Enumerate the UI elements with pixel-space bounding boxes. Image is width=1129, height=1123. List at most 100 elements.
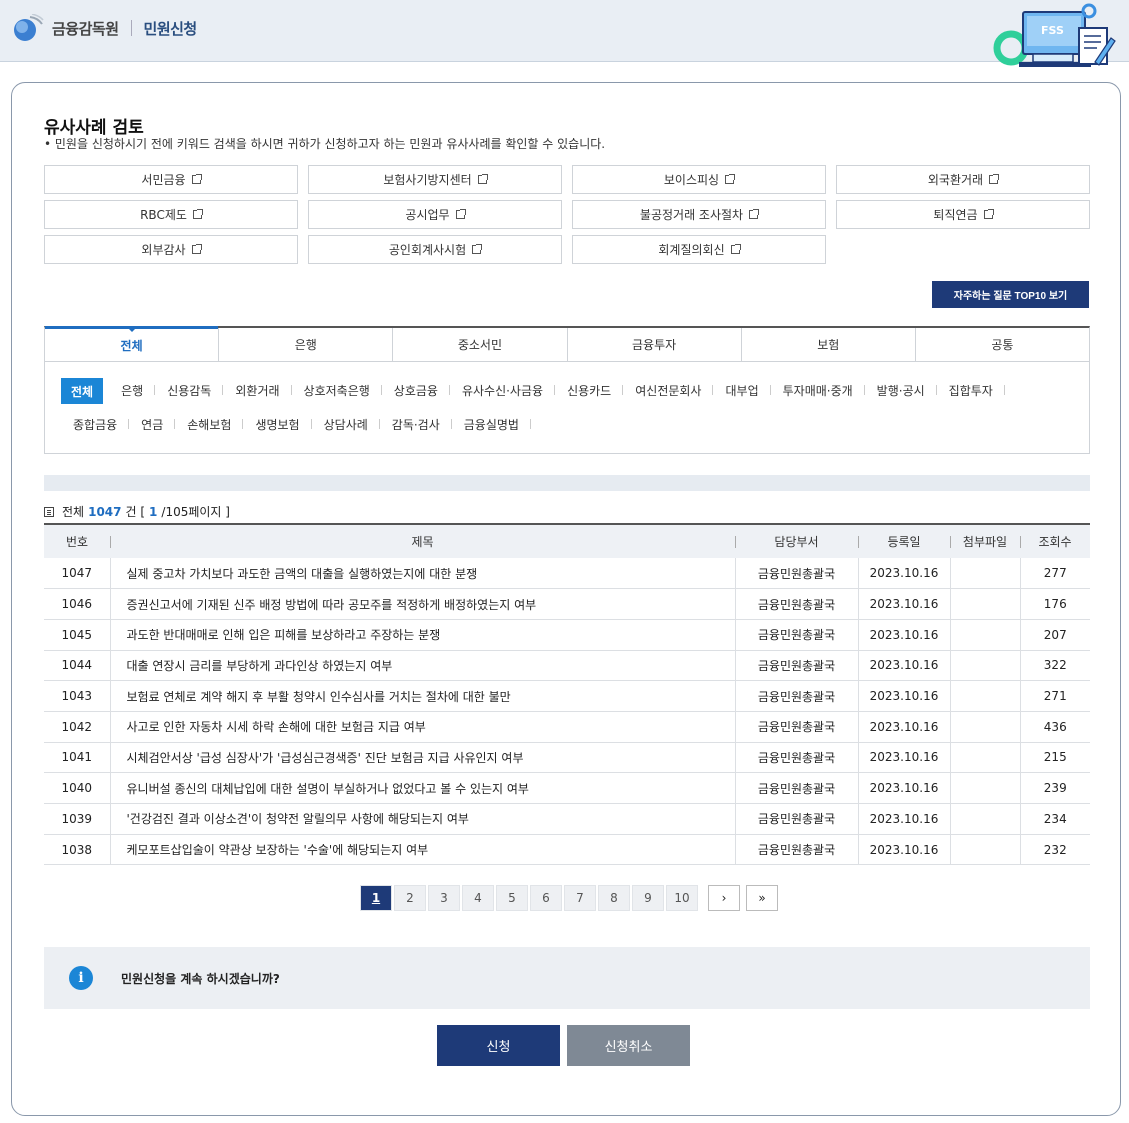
row-title-link[interactable]: 증권신고서에 기재된 신주 배정 방법에 따라 공모주를 적정하게 배정하였는지… [109, 588, 735, 620]
link-button-seomin[interactable]: 서민금융 [44, 165, 298, 194]
subcategory-item[interactable]: 대부업 [713, 378, 771, 402]
external-link-icon [192, 209, 203, 219]
col-views: 조회수 [1020, 524, 1090, 558]
link-button-unfair-trade[interactable]: 불공정거래 조사절차 [572, 200, 826, 229]
page-button[interactable]: 4 [462, 885, 494, 911]
link-button-foreign-exchange[interactable]: 외국환거래 [836, 165, 1090, 194]
external-link-icon [191, 244, 202, 254]
subcategory-item[interactable]: 유사수신·사금융 [450, 378, 556, 402]
subcategory-list: 전체 은행 신용감독 외환거래 상호저축은행 상호금융 유사수신·사금융 신용카… [61, 378, 1071, 436]
faq-top10-button[interactable]: 자주하는 질문 TOP10 보기 [932, 281, 1089, 308]
table-row[interactable]: 1039 '건강검진 결과 이상소견'이 청약전 알릴의무 사항에 해당되는지 여… [44, 803, 1090, 835]
row-views: 176 [1019, 588, 1090, 620]
summary-unit: 건 [ [125, 505, 146, 519]
page-button[interactable]: 5 [496, 885, 528, 911]
page-button[interactable]: 6 [530, 885, 562, 911]
table-row[interactable]: 1043 보험료 연체로 계약 해지 후 부활 청약시 인수심사를 거치는 절차에… [44, 680, 1090, 712]
page-button[interactable]: 8 [598, 885, 630, 911]
row-attachment [949, 834, 1020, 866]
row-title-link[interactable]: 사고로 인한 자동차 시세 하락 손해에 대한 보험금 지급 여부 [109, 711, 735, 743]
external-link-icon [477, 174, 488, 184]
page-button[interactable]: 10 [666, 885, 698, 911]
link-button-disclosure[interactable]: 공시업무 [308, 200, 562, 229]
row-attachment [949, 680, 1020, 712]
subcategory-item[interactable]: 신용감독 [155, 378, 224, 402]
subcategory-item[interactable]: 투자매매·중개 [771, 378, 865, 402]
subcategory-item[interactable]: 여신전문회사 [623, 378, 714, 402]
result-summary: 전체 1047 건 [1/105페이지 ] [44, 503, 230, 520]
top-bar: 금융감독원 민원신청 FSS [0, 0, 1129, 67]
subcategory-item[interactable]: 발행·공시 [865, 378, 937, 402]
page-button[interactable]: 3 [428, 885, 460, 911]
row-department: 금융민원총괄국 [734, 619, 858, 651]
row-title-link[interactable]: 대출 연장시 금리를 부당하게 과다인상 하였는지 여부 [109, 650, 735, 682]
page-button[interactable]: 2 [394, 885, 426, 911]
link-button-cpa-exam[interactable]: 공인회계사시험 [308, 235, 562, 264]
external-link-icon [730, 244, 741, 254]
cancel-application-button[interactable]: 신청취소 [567, 1025, 690, 1066]
table-row[interactable]: 1040 유니버설 종신의 대체납입에 대한 설명이 부실하거나 없었다고 볼 수… [44, 772, 1090, 804]
subcategory-item[interactable]: 상호금융 [382, 378, 451, 402]
apply-button[interactable]: 신청 [437, 1025, 560, 1066]
next-page-button[interactable]: › [708, 885, 740, 911]
page-button[interactable]: 7 [564, 885, 596, 911]
row-attachment [949, 803, 1020, 835]
table-row[interactable]: 1044 대출 연장시 금리를 부당하게 과다인상 하였는지 여부 금융민원총괄국 2… [44, 650, 1090, 682]
row-title-link[interactable]: 시체검안서상 '급성 심장사'가 '급성심근경색증' 진단 보험금 지급 사유인… [109, 742, 735, 774]
row-views: 322 [1019, 650, 1090, 682]
row-title-link[interactable]: 과도한 반대매매로 인해 입은 피해를 보상하라고 주장하는 분쟁 [109, 619, 735, 651]
table-row[interactable]: 1045 과도한 반대매매로 인해 입은 피해를 보상하라고 주장하는 분쟁 금융민… [44, 619, 1090, 651]
page-button[interactable]: 9 [632, 885, 664, 911]
tab-sme[interactable]: 중소서민 [392, 328, 566, 361]
subcategory-item[interactable]: 외환거래 [223, 378, 292, 402]
row-title-link[interactable]: '건강검진 결과 이상소견'이 청약전 알릴의무 사항에 해당되는지 여부 [109, 803, 735, 835]
table-row[interactable]: 1046 증권신고서에 기재된 신주 배정 방법에 따라 공모주를 적정하게 배정… [44, 588, 1090, 620]
link-button-insurance-fraud[interactable]: 보험사기방지센터 [308, 165, 562, 194]
link-button-accounting-qa[interactable]: 회계질의회신 [572, 235, 826, 264]
subcategory-item[interactable]: 은행 [109, 378, 156, 402]
link-button-retirement-pension[interactable]: 퇴직연금 [836, 200, 1090, 229]
row-views: 207 [1019, 619, 1090, 651]
row-title-link[interactable]: 실제 중고차 가치보다 과도한 금액의 대출을 실행하였는지에 대한 분쟁 [109, 558, 735, 590]
link-button-external-audit[interactable]: 외부감사 [44, 235, 298, 264]
row-attachment [949, 558, 1020, 590]
tab-all[interactable]: 전체 [45, 326, 219, 361]
row-title-link[interactable]: 보험료 연체로 계약 해지 후 부활 청약시 인수심사를 거치는 절차에 대한 … [109, 680, 735, 712]
subcategory-item[interactable]: 생명보험 [243, 412, 312, 436]
subcategory-item[interactable]: 손해보험 [175, 412, 244, 436]
logo[interactable]: 금융감독원 민원신청 [12, 13, 197, 42]
tab-investment[interactable]: 금융투자 [566, 328, 741, 361]
row-views: 234 [1019, 803, 1090, 835]
subcategory-item[interactable]: 연금 [129, 412, 176, 436]
subcategory-item[interactable]: 신용카드 [555, 378, 624, 402]
row-date: 2023.10.16 [857, 772, 950, 804]
table-row[interactable]: 1041 시체검안서상 '급성 심장사'가 '급성심근경색증' 진단 보험금 지급… [44, 742, 1090, 774]
subcategory-item[interactable]: 금융실명법 [452, 412, 532, 436]
link-button-voice-phishing[interactable]: 보이스피싱 [572, 165, 826, 194]
subcategory-item[interactable]: 전체 [61, 378, 104, 404]
current-page: 1 [149, 504, 158, 519]
table-row[interactable]: 1042 사고로 인한 자동차 시세 하락 손해에 대한 보험금 지급 여부 금융민… [44, 711, 1090, 743]
subcategory-item[interactable]: 감독·검사 [380, 412, 452, 436]
row-attachment [949, 772, 1020, 804]
subcategory-item[interactable]: 상담사례 [312, 412, 380, 436]
tab-bank[interactable]: 은행 [218, 328, 392, 361]
link-label: 보이스피싱 [663, 173, 720, 187]
table-row[interactable]: 1047 실제 중고차 가치보다 과도한 금액의 대출을 실행하였는지에 대한 분… [44, 558, 1090, 590]
page-button[interactable]: 1 [360, 885, 392, 911]
row-title-link[interactable]: 케모포트삽입술이 약관상 보장하는 '수술'에 해당되는지 여부 [109, 834, 735, 866]
row-department: 금융민원총괄국 [734, 834, 858, 866]
last-page-button[interactable]: » [746, 885, 778, 911]
row-department: 금융민원총괄국 [734, 742, 858, 774]
subcategory-item[interactable]: 집합투자 [937, 378, 1006, 402]
subcategory-item[interactable]: 종합금융 [61, 412, 130, 436]
link-button-rbc[interactable]: RBC제도 [44, 200, 298, 229]
tab-insurance[interactable]: 보험 [740, 328, 915, 361]
subcategory-item[interactable]: 상호저축은행 [292, 378, 383, 402]
row-date: 2023.10.16 [857, 742, 950, 774]
tab-common[interactable]: 공통 [914, 328, 1089, 361]
table-row[interactable]: 1038 케모포트삽입술이 약관상 보장하는 '수술'에 해당되는지 여부 금융민원… [44, 834, 1090, 866]
row-title-link[interactable]: 유니버설 종신의 대체납입에 대한 설명이 부실하거나 없었다고 볼 수 있는지… [109, 772, 735, 804]
row-attachment [949, 650, 1020, 682]
row-attachment [949, 588, 1020, 620]
